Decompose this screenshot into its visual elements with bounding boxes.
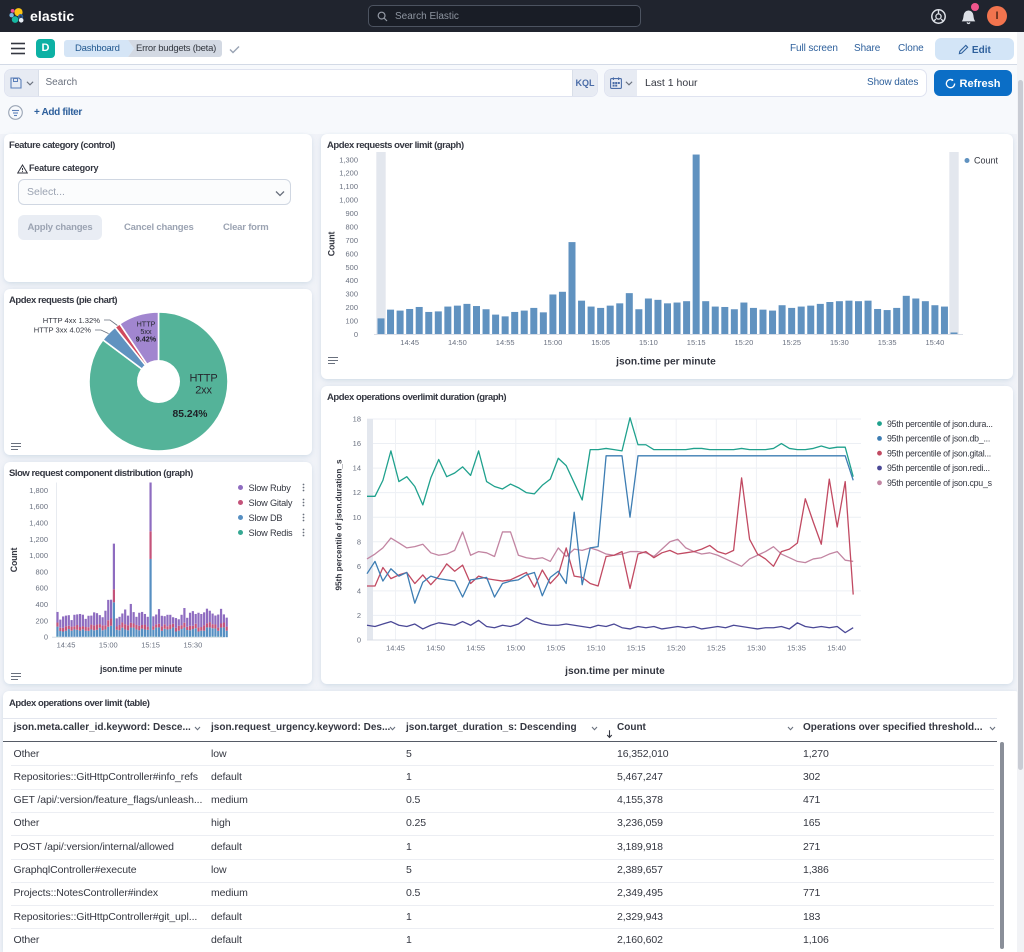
svg-text:9.42%: 9.42%: [136, 335, 157, 344]
svg-text:900: 900: [345, 209, 358, 218]
svg-text:200: 200: [35, 616, 48, 625]
svg-text:100: 100: [345, 317, 358, 326]
svg-text:15:30: 15:30: [747, 644, 766, 653]
svg-text:15:20: 15:20: [667, 644, 686, 653]
svg-text:14:45: 14:45: [386, 644, 405, 653]
svg-text:1,100: 1,100: [339, 182, 358, 191]
svg-text:1,000: 1,000: [29, 551, 48, 560]
svg-text:400: 400: [35, 600, 48, 609]
svg-text:HTTP 3xx 4.02%: HTTP 3xx 4.02%: [34, 326, 92, 335]
svg-text:14:55: 14:55: [466, 644, 485, 653]
svg-text:15:30: 15:30: [830, 338, 849, 347]
svg-text:0: 0: [44, 633, 48, 642]
svg-text:15:40: 15:40: [827, 644, 846, 653]
svg-text:15:10: 15:10: [587, 644, 606, 653]
svg-text:15:25: 15:25: [782, 338, 801, 347]
svg-text:Count: Count: [974, 156, 999, 166]
svg-text:95th percentile of json.durati: 95th percentile of json.duration_s: [335, 459, 344, 590]
svg-text:15:00: 15:00: [544, 338, 563, 347]
svg-text:8: 8: [357, 537, 361, 546]
svg-text:15:40: 15:40: [926, 338, 945, 347]
svg-text:HTTP 4xx 1.32%: HTTP 4xx 1.32%: [43, 316, 101, 325]
svg-text:4: 4: [357, 587, 361, 596]
svg-text:Slow DB: Slow DB: [249, 513, 283, 523]
svg-text:15:10: 15:10: [639, 338, 658, 347]
svg-text:15:05: 15:05: [547, 644, 566, 653]
svg-text:15:15: 15:15: [687, 338, 706, 347]
svg-text:14: 14: [353, 464, 361, 473]
svg-text:600: 600: [345, 249, 358, 258]
svg-text:400: 400: [345, 276, 358, 285]
svg-text:1,400: 1,400: [29, 519, 48, 528]
svg-text:1,000: 1,000: [339, 196, 358, 205]
svg-text:15:35: 15:35: [787, 644, 806, 653]
svg-text:Count: Count: [9, 548, 19, 573]
svg-text:Slow Redis: Slow Redis: [249, 528, 294, 538]
svg-text:95th percentile of json.redi..: 95th percentile of json.redi...: [887, 463, 990, 473]
svg-text:95th percentile of json.cpu_s: 95th percentile of json.cpu_s: [887, 478, 993, 488]
svg-text:95th percentile of json.db_...: 95th percentile of json.db_...: [887, 434, 990, 444]
svg-text:0: 0: [354, 330, 358, 339]
svg-text:95th percentile of json.dura..: 95th percentile of json.dura...: [887, 419, 993, 429]
svg-text:1,600: 1,600: [29, 502, 48, 511]
svg-text:800: 800: [35, 567, 48, 576]
svg-text:1,200: 1,200: [29, 535, 48, 544]
svg-text:12: 12: [353, 488, 361, 497]
svg-text:1,200: 1,200: [339, 169, 358, 178]
svg-text:14:50: 14:50: [426, 644, 445, 653]
svg-text:15:35: 15:35: [878, 338, 897, 347]
svg-text:18: 18: [353, 415, 361, 424]
svg-text:2xx: 2xx: [195, 385, 212, 397]
svg-text:85.24%: 85.24%: [173, 409, 208, 420]
svg-text:15:05: 15:05: [591, 338, 610, 347]
svg-text:15:20: 15:20: [735, 338, 754, 347]
svg-text:15:15: 15:15: [141, 641, 160, 650]
svg-text:Slow Gitaly: Slow Gitaly: [249, 498, 293, 508]
svg-text:500: 500: [345, 263, 358, 272]
svg-text:json.time per minute: json.time per minute: [99, 664, 182, 674]
svg-text:1,800: 1,800: [29, 486, 48, 495]
svg-text:14:45: 14:45: [57, 641, 76, 650]
svg-text:600: 600: [35, 584, 48, 593]
svg-text:300: 300: [345, 290, 358, 299]
svg-text:16: 16: [353, 439, 361, 448]
svg-text:HTTP: HTTP: [190, 373, 218, 385]
svg-text:json.time per minute: json.time per minute: [564, 666, 665, 677]
svg-text:800: 800: [345, 223, 358, 232]
svg-text:15:30: 15:30: [184, 641, 203, 650]
svg-text:15:25: 15:25: [707, 644, 726, 653]
svg-text:15:15: 15:15: [627, 644, 646, 653]
svg-text:Slow Ruby: Slow Ruby: [249, 483, 292, 493]
svg-text:700: 700: [345, 236, 358, 245]
svg-text:10: 10: [353, 513, 361, 522]
svg-text:0: 0: [357, 636, 361, 645]
svg-text:6: 6: [357, 562, 361, 571]
svg-text:14:50: 14:50: [448, 338, 467, 347]
svg-text:14:55: 14:55: [496, 338, 515, 347]
svg-text:14:45: 14:45: [400, 338, 419, 347]
svg-text:200: 200: [345, 303, 358, 312]
svg-text:95th percentile of json.gital.: 95th percentile of json.gital...: [887, 448, 991, 458]
svg-text:json.time per minute: json.time per minute: [615, 357, 716, 368]
svg-text:15:00: 15:00: [506, 644, 525, 653]
svg-text:1,300: 1,300: [339, 155, 358, 164]
svg-text:15:00: 15:00: [99, 641, 118, 650]
svg-text:Count: Count: [327, 232, 337, 257]
svg-text:2: 2: [357, 611, 361, 620]
